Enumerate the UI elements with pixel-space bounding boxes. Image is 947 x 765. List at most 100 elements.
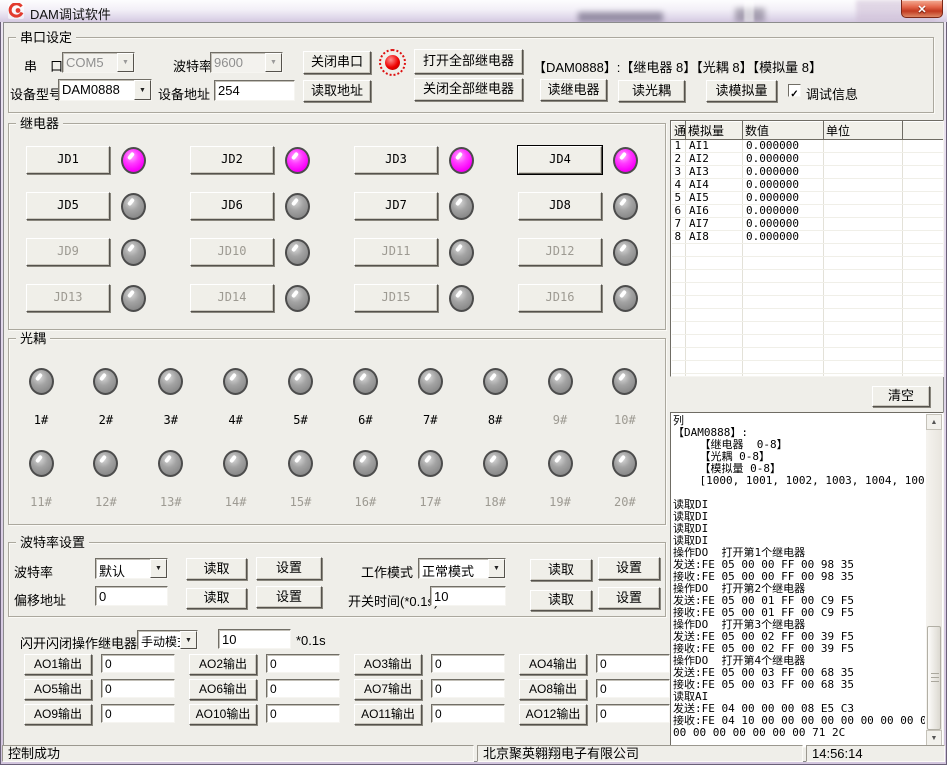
opto-led-18 [483,450,508,477]
ao-output-button-2[interactable]: AO2输出 [189,654,257,675]
baud-setting-select[interactable]: 默认 [95,558,168,579]
open-all-relays-button[interactable]: 打开全部继电器 [414,49,523,74]
serial-status-led [379,49,406,76]
switch-time-read-button[interactable]: 读取 [530,590,592,611]
relay-button-jd7[interactable]: JD7 [354,192,438,220]
ao-output-input-8[interactable] [596,679,670,698]
device-model-select[interactable]: DAM0888 [58,79,152,101]
device-model-value: DAM0888 [59,80,134,100]
ao-output-button-4[interactable]: AO4输出 [519,654,587,675]
switch-time-input[interactable] [430,586,506,606]
relay-button-jd4[interactable]: JD4 [518,146,602,174]
chevron-down-icon [134,80,151,100]
analog-table-cell: AI3 [686,166,743,179]
scroll-down-icon[interactable]: ▼ [926,730,942,746]
relay-button-jd8[interactable]: JD8 [518,192,602,220]
ao-output-button-3[interactable]: AO3输出 [354,654,422,675]
scrollbar-thumb[interactable] [927,626,941,730]
analog-table-cell [743,335,824,348]
scroll-up-icon[interactable]: ▲ [926,414,942,430]
relay-button-jd5[interactable]: JD5 [26,192,110,220]
relay-led-jd7 [449,193,474,220]
opto-led-11 [29,450,54,477]
device-address-input[interactable] [214,80,295,101]
flash-time-input[interactable] [218,629,291,649]
clear-log-button[interactable]: 清空 [872,386,930,407]
ao-output-input-5[interactable] [101,679,175,698]
log-line: 发送:FE 05 00 02 FF 00 39 F5 [673,631,925,643]
relay-grid: JD1JD2JD3JD4JD5JD6JD7JD8JD9JD10JD11JD12J… [26,137,682,321]
relay-button-jd1[interactable]: JD1 [26,146,110,174]
analog-table-cell [672,257,686,270]
ao-output-button-9[interactable]: AO9输出 [24,704,92,725]
relay-led-jd13 [121,285,146,312]
close-button[interactable]: ✕ [901,0,943,18]
relay-button-jd2[interactable]: JD2 [190,146,274,174]
offset-address-input[interactable] [95,586,168,606]
read-analog-button[interactable]: 读模拟量 [706,80,777,102]
ao-output-input-9[interactable] [101,704,175,723]
ao-output-input-4[interactable] [596,654,670,673]
analog-table-cell [824,257,903,270]
analog-table-cell [824,309,903,322]
ao-output-input-6[interactable] [266,679,340,698]
ao-output-button-5[interactable]: AO5输出 [24,679,92,700]
ao-output-input-3[interactable] [431,654,505,673]
analog-table-cell [824,179,903,192]
opto-led-3 [158,368,183,395]
close-all-relays-button[interactable]: 关闭全部继电器 [414,78,523,101]
read-address-button[interactable]: 读取地址 [303,80,371,102]
relay-led-jd2 [285,147,310,174]
offset-address-label: 偏移地址 [14,590,66,609]
log-scrollbar[interactable]: ▲ ▼ [926,414,942,746]
opto-label-12: 12# [89,495,123,509]
baud-set-button[interactable]: 设置 [256,557,322,580]
read-relays-button[interactable]: 读继电器 [540,79,607,101]
analog-table-cell [903,218,944,231]
ao-output-button-8[interactable]: AO8输出 [519,679,587,700]
analog-table-header-row: 通模拟量数值单位 [672,122,944,140]
switch-time-set-button[interactable]: 设置 [598,587,660,609]
analog-table-cell: 4 [672,179,686,192]
log-line: 发送:FE 04 00 00 00 08 E5 C3 [673,703,925,715]
window-title: DAM调试软件 [30,4,111,23]
log-line: 【继电器 0-8】 [673,439,925,451]
relay-button-jd6[interactable]: JD6 [190,192,274,220]
ao-output-input-1[interactable] [101,654,175,673]
table-row [672,309,944,322]
close-port-button[interactable]: 关闭串口 [303,51,371,74]
baudrate-select[interactable]: 9600 [210,52,283,73]
ao-output-input-7[interactable] [431,679,505,698]
offset-set-button[interactable]: 设置 [256,586,322,608]
ao-output-button-10[interactable]: AO10输出 [189,704,257,725]
log-line: 读取AI [673,691,925,703]
com-port-select[interactable]: COM5 [62,52,135,73]
workmode-select[interactable]: 正常模式 [418,558,506,579]
log-box[interactable]: 列【DAM0888】: 【继电器 0-8】 【光耦 0-8】 【模拟量 0-8】… [670,412,944,748]
baudrate-value: 9600 [211,53,265,72]
ao-output-input-11[interactable] [431,704,505,723]
workmode-read-button[interactable]: 读取 [530,559,592,581]
relay-led-jd12 [613,239,638,266]
debug-checkbox[interactable] [788,84,801,97]
ao-output-button-1[interactable]: AO1输出 [24,654,92,675]
ao-output-button-7[interactable]: AO7输出 [354,679,422,700]
relay-led-jd3 [449,147,474,174]
workmode-set-button[interactable]: 设置 [598,557,660,580]
ao-output-input-12[interactable] [596,704,670,723]
flash-mode-select[interactable]: 手动模式 [137,630,198,650]
read-opto-button[interactable]: 读光耦 [618,80,685,102]
ao-output-button-6[interactable]: AO6输出 [189,679,257,700]
ao-output-button-12[interactable]: AO12输出 [519,704,587,725]
analog-table-cell [903,205,944,218]
relay-button-jd3[interactable]: JD3 [354,146,438,174]
offset-read-button[interactable]: 读取 [186,588,247,609]
ao-output-input-2[interactable] [266,654,340,673]
ao-output-button-11[interactable]: AO11输出 [354,704,422,725]
table-row: 4AI40.000000 [672,179,944,192]
ao-output-input-10[interactable] [266,704,340,723]
port-label: 串 口 [24,56,63,75]
analog-table-cell [903,192,944,205]
baud-read-button[interactable]: 读取 [186,558,247,580]
opto-led-14 [223,450,248,477]
